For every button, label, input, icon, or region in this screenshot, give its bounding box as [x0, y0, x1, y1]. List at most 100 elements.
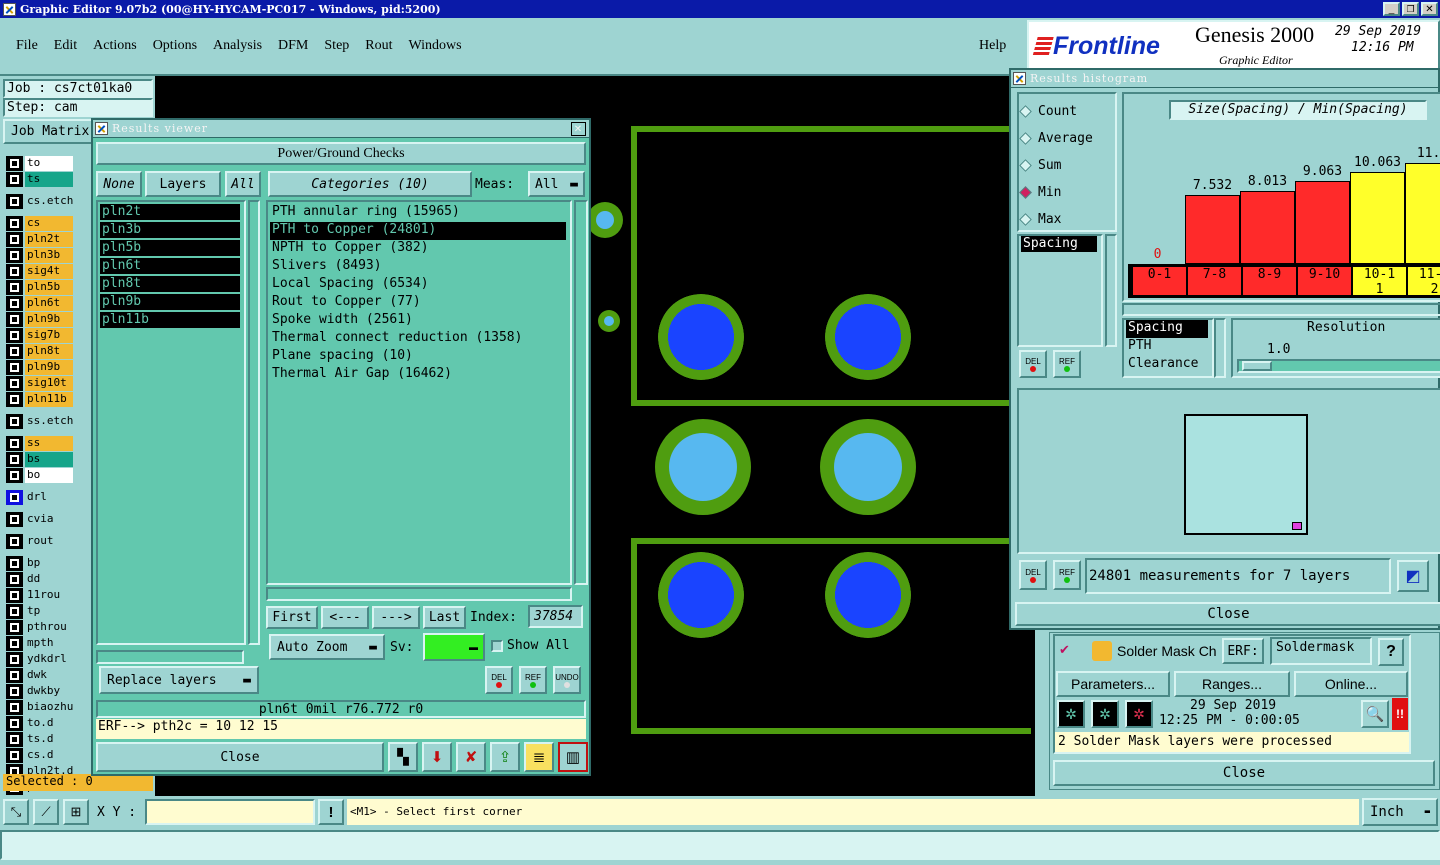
measure-icon[interactable]: ⟋ [33, 799, 59, 825]
histogram-bar[interactable] [1240, 191, 1295, 264]
all-button[interactable]: All [225, 171, 261, 197]
menu-step[interactable]: Step [324, 38, 349, 54]
layer-checkbox-icon[interactable] [6, 684, 23, 699]
layer-row[interactable]: to.d [6, 716, 73, 731]
layer-row[interactable]: drl [6, 490, 73, 505]
layer-row[interactable]: bs [6, 452, 73, 467]
result-layer-item[interactable]: pln2t [100, 204, 240, 220]
solder-help-button[interactable]: ? [1378, 638, 1404, 666]
zoom-icon[interactable]: 🔍 [1361, 700, 1389, 728]
undo-button[interactable]: UNDO [553, 666, 581, 694]
layer-row[interactable]: pthrou [6, 620, 73, 635]
chart-down-icon[interactable]: ⬇ [422, 742, 452, 772]
layer-checkbox-icon[interactable] [6, 280, 23, 295]
ranges-button[interactable]: Ranges... [1174, 671, 1290, 697]
layer-checkbox-icon[interactable] [6, 652, 23, 667]
category-item[interactable]: Thermal Air Gap (16462) [270, 366, 566, 384]
layer-checkbox-icon[interactable] [6, 588, 23, 603]
layer-checkbox-icon[interactable] [6, 452, 23, 467]
layer-row[interactable]: ts.d [6, 732, 73, 747]
parameters-button[interactable]: Parameters... [1056, 671, 1170, 697]
layer-row[interactable]: pln9b [6, 360, 73, 375]
category-item[interactable]: Spoke width (2561) [270, 312, 566, 330]
layer-checkbox-icon[interactable] [6, 248, 23, 263]
layer-row[interactable]: pln8t [6, 344, 73, 359]
type-item[interactable]: Clearance [1126, 356, 1208, 374]
layer-checkbox-icon[interactable] [6, 360, 23, 375]
option-count[interactable]: Count [1019, 98, 1093, 125]
option-sum[interactable]: Sum [1019, 152, 1093, 179]
category-item[interactable]: PTH annular ring (15965) [270, 204, 566, 222]
index-input[interactable]: 37854 [528, 605, 583, 628]
export-icon[interactable]: ⇪ [490, 742, 520, 772]
layer-checkbox-icon[interactable] [6, 748, 23, 763]
layer-checkbox-icon[interactable] [6, 604, 23, 619]
layer-row[interactable]: pln2t [6, 232, 73, 247]
type-item[interactable]: Spacing [1126, 320, 1208, 338]
histogram-icon[interactable]: ▥ [558, 742, 588, 772]
auto-zoom-select[interactable]: Auto Zoom ▬ [269, 634, 385, 660]
ref-button[interactable]: REF [519, 666, 547, 694]
category-item[interactable]: Rout to Copper (77) [270, 294, 566, 312]
layer-row[interactable]: dd [6, 572, 73, 587]
option-average[interactable]: Average [1019, 125, 1093, 152]
layer-checkbox-icon[interactable] [6, 572, 23, 587]
layer-row[interactable]: mpth [6, 636, 73, 651]
histogram-chart-icon[interactable]: ◩ [1397, 560, 1429, 592]
layer-checkbox-icon[interactable] [6, 194, 23, 209]
layer-checkbox-icon[interactable] [6, 668, 23, 683]
layer-row[interactable]: sig4t [6, 264, 73, 279]
category-item[interactable]: Plane spacing (10) [270, 348, 566, 366]
menu-actions[interactable]: Actions [93, 38, 137, 54]
none-button[interactable]: None [96, 171, 142, 197]
first-button[interactable]: First [266, 606, 318, 629]
layers-button[interactable]: Layers [145, 171, 221, 197]
minimize-button[interactable]: _ [1383, 2, 1400, 16]
layer-row[interactable]: pln9b [6, 312, 73, 327]
display-icon[interactable]: ▚ [388, 742, 418, 772]
run-all-icon[interactable]: ✲ [1125, 700, 1153, 728]
erf-value[interactable]: Soldermask [1270, 637, 1372, 665]
option-min[interactable]: Min [1019, 179, 1093, 206]
layer-checkbox-icon[interactable] [6, 732, 23, 747]
histogram-bar[interactable] [1350, 172, 1405, 264]
layer-checkbox-icon[interactable] [6, 700, 23, 715]
histogram-bar[interactable] [1295, 181, 1350, 264]
layer-checkbox-icon[interactable] [6, 376, 23, 391]
layer-checkbox-icon[interactable] [6, 620, 23, 635]
snap-icon[interactable]: ⤡ [3, 799, 29, 825]
units-select[interactable]: Inch ▬ [1362, 798, 1438, 826]
layer-list-hscroll[interactable] [96, 650, 244, 664]
layer-row[interactable]: 11rou [6, 588, 73, 603]
menu-file[interactable]: File [16, 38, 38, 54]
sv-color-select[interactable]: ▬ [423, 633, 485, 661]
layer-row[interactable]: pln3b [6, 248, 73, 263]
layer-row[interactable]: dwk [6, 668, 73, 683]
exclude-icon[interactable]: ✘ [456, 742, 486, 772]
layer-row[interactable]: dwkby [6, 684, 73, 699]
run-selected-icon[interactable]: ✲ [1091, 700, 1119, 728]
solder-close-button[interactable]: Close [1053, 760, 1435, 786]
layer-row[interactable]: ydkdrl [6, 652, 73, 667]
layer-checkbox-icon[interactable] [6, 328, 23, 343]
layer-checkbox-icon[interactable] [6, 296, 23, 311]
prev-button[interactable]: <--- [321, 606, 369, 629]
layer-checkbox-icon[interactable] [6, 232, 23, 247]
meas-select[interactable]: All ▬ [528, 171, 585, 197]
layer-checkbox-icon[interactable] [6, 534, 23, 549]
layer-row[interactable]: ss [6, 436, 73, 451]
histogram-close-button[interactable]: Close [1015, 602, 1440, 626]
layer-row[interactable]: to [6, 156, 73, 171]
menu-windows[interactable]: Windows [409, 38, 462, 54]
histogram-del-button[interactable]: DEL [1019, 350, 1047, 378]
layer-checkbox-icon[interactable] [6, 172, 23, 187]
layer-row[interactable]: bo [6, 468, 73, 483]
menu-analysis[interactable]: Analysis [213, 38, 262, 54]
report-icon[interactable]: ≣ [524, 742, 554, 772]
histogram-hscroll[interactable] [1122, 303, 1440, 316]
layer-checkbox-icon[interactable] [6, 216, 23, 231]
layer-checkbox-icon[interactable] [6, 512, 23, 527]
warning-button[interactable]: ! [318, 799, 344, 825]
layer-checkbox-icon[interactable] [6, 468, 23, 483]
close-window-button[interactable]: ✕ [1421, 2, 1438, 16]
